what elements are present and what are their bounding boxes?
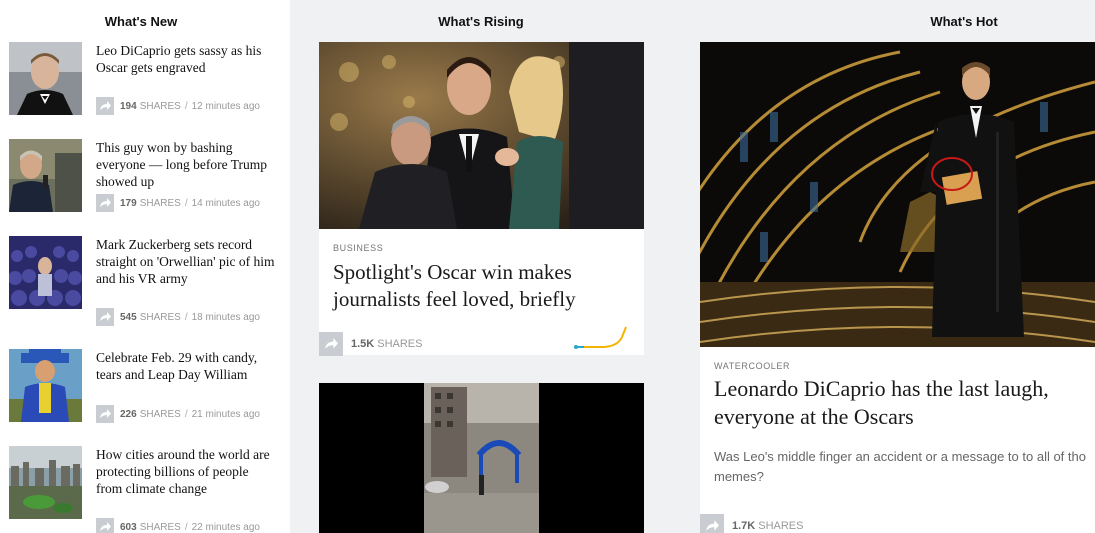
rising-story-image[interactable] <box>319 42 644 229</box>
whats-hot-column: What's Hot WATERCOOLER Leonardo DiCaprio… <box>672 0 1095 533</box>
share-count: 179 <box>120 197 137 209</box>
share-arrow-icon[interactable] <box>96 518 114 533</box>
news-thumbnail[interactable] <box>9 236 82 309</box>
news-headline[interactable]: This guy won by bashing everyone — long … <box>96 139 276 190</box>
news-thumbnail[interactable] <box>9 42 82 115</box>
shares-label: SHARES <box>139 100 181 112</box>
share-count: 226 <box>120 408 137 420</box>
share-arrow-icon[interactable] <box>96 97 114 115</box>
share-arrow-icon[interactable] <box>96 308 114 326</box>
share-arrow-icon[interactable] <box>319 332 343 356</box>
news-headline[interactable]: Mark Zuckerberg sets record straight on … <box>96 236 276 287</box>
news-meta: 545 SHARES / 18 minutes ago <box>96 308 260 326</box>
hot-summary: Was Leo's middle finger an accident or a… <box>714 449 1086 484</box>
news-meta: 194 SHARES / 12 minutes ago <box>96 97 260 115</box>
shares-label: SHARES <box>139 521 181 533</box>
news-headline[interactable]: How cities around the world are protecti… <box>96 446 276 497</box>
share-count: 1.7K <box>732 520 756 532</box>
whats-new-column: What's New Leo DiCaprio gets sassy as hi… <box>0 0 290 533</box>
share-count: 545 <box>120 311 137 323</box>
share-arrow-icon[interactable] <box>700 514 724 533</box>
shares-label: SHARES <box>139 408 181 420</box>
news-thumbnail[interactable] <box>9 446 82 519</box>
shares-label: SHARES <box>758 520 804 532</box>
timestamp: 14 minutes ago <box>191 197 260 209</box>
share-arrow-icon[interactable] <box>96 194 114 212</box>
rising-headline[interactable]: Spotlight's Oscar win makes journalists … <box>333 259 633 313</box>
news-meta: 179 SHARES / 14 minutes ago <box>96 194 260 212</box>
news-meta: 226 SHARES / 21 minutes ago <box>96 405 260 423</box>
share-arrow-icon[interactable] <box>96 405 114 423</box>
hot-story-card[interactable]: WATERCOOLER Leonardo DiCaprio has the la… <box>700 42 1095 533</box>
rising-story-card[interactable]: BUSINESS Spotlight's Oscar win makes jou… <box>319 42 644 356</box>
hot-headline[interactable]: Leonardo DiCaprio has the last laugh, ev… <box>714 375 1095 431</box>
shares-label: SHARES <box>139 197 181 209</box>
rising-category[interactable]: BUSINESS <box>333 243 383 253</box>
hot-category[interactable]: WATERCOOLER <box>714 361 790 371</box>
whats-rising-title: What's Rising <box>438 14 524 29</box>
whats-new-title: What's New <box>104 14 178 29</box>
meta-separator: / <box>184 408 188 420</box>
trend-line-icon <box>574 325 630 356</box>
rising-video-thumbnail[interactable] <box>319 383 644 533</box>
rising-meta: 1.5K SHARES <box>319 332 423 356</box>
meta-separator: / <box>184 100 188 112</box>
shares-label: SHARES <box>377 338 423 350</box>
meta-separator: / <box>184 197 188 209</box>
timestamp: 21 minutes ago <box>191 408 260 420</box>
meta-separator: / <box>184 311 188 323</box>
share-count: 603 <box>120 521 137 533</box>
hot-meta: 1.7K SHARES <box>700 514 804 533</box>
news-meta: 603 SHARES / 22 minutes ago <box>96 518 260 533</box>
share-count: 1.5K <box>351 338 375 350</box>
timestamp: 18 minutes ago <box>191 311 260 323</box>
meta-separator: / <box>184 521 188 533</box>
news-headline[interactable]: Leo DiCaprio gets sassy as his Oscar get… <box>96 42 276 76</box>
news-thumbnail[interactable] <box>9 349 82 422</box>
news-headline[interactable]: Celebrate Feb. 29 with candy, tears and … <box>96 349 276 383</box>
whats-hot-title: What's Hot <box>930 14 998 29</box>
timestamp: 12 minutes ago <box>191 100 260 112</box>
shares-label: SHARES <box>139 311 181 323</box>
whats-rising-column: What's Rising BUSINESS Spotlight's Oscar… <box>290 0 672 533</box>
rising-story-card[interactable] <box>319 383 644 533</box>
news-thumbnail[interactable] <box>9 139 82 212</box>
timestamp: 22 minutes ago <box>191 521 260 533</box>
share-count: 194 <box>120 100 137 112</box>
hot-story-image[interactable] <box>700 42 1095 347</box>
